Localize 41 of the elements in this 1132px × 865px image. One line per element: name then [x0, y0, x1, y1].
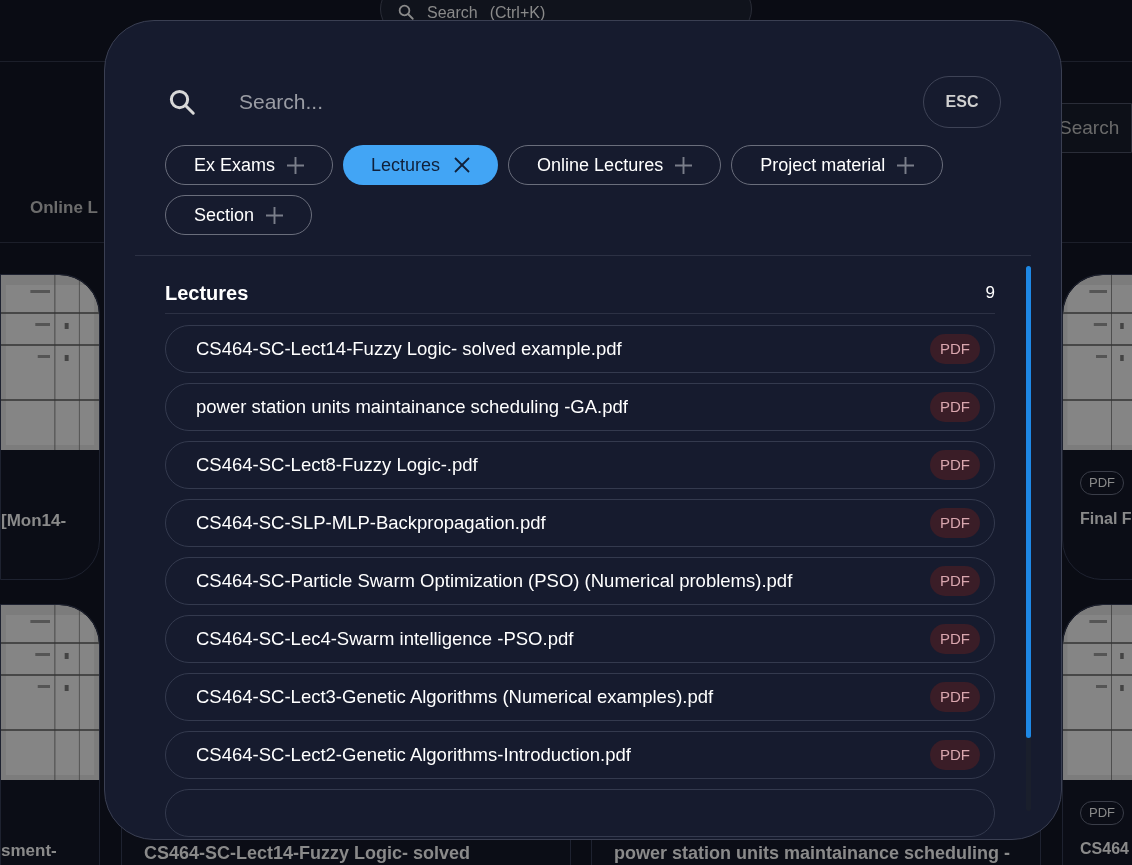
- search-icon: [397, 3, 415, 21]
- search-input[interactable]: Search...: [239, 86, 923, 118]
- document-card[interactable]: sment-: [0, 604, 100, 865]
- file-type-badge: PDF: [930, 507, 980, 539]
- file-type-badge: PDF: [930, 739, 980, 771]
- document-card[interactable]: PDF Final F: [1062, 274, 1132, 580]
- search-icon: [167, 87, 197, 117]
- filter-chip[interactable]: Lectures: [343, 145, 499, 185]
- result-name: CS464-SC-Lec4-Swarm intelligence -PSO.pdf: [196, 627, 574, 652]
- online-tab[interactable]: Online L: [30, 194, 98, 220]
- file-type-badge: PDF: [930, 449, 980, 481]
- file-type-badge: PDF: [930, 565, 980, 597]
- file-type-badge: PDF: [930, 333, 980, 365]
- result-name: CS464-SC-SLP-MLP-Backpropagation.pdf: [196, 511, 546, 536]
- result-name: CS464-SC-Lect2-Genetic Algorithms-Introduction.pdf: [196, 743, 631, 768]
- result-name: power station units maintainance scheduling -GA.pdf: [196, 395, 628, 420]
- file-type-badge: PDF: [930, 623, 980, 655]
- document-card[interactable]: PDF CS464: [1062, 604, 1132, 865]
- result-name: CS464-SC-Lect14-Fuzzy Logic- solved example.pdf: [196, 337, 622, 362]
- close-icon: [454, 157, 471, 173]
- result-name: CS464-SC-Lect3-Genetic Algorithms (Numerical examples).pdf: [196, 685, 714, 710]
- file-type-badge: PDF: [930, 681, 980, 713]
- header-search-placeholder: Search: [427, 5, 478, 21]
- card-title: Final F: [1080, 508, 1132, 529]
- scrollbar[interactable]: [1026, 266, 1031, 811]
- card-title: CS464: [1080, 838, 1129, 859]
- card-title: CS464-SC-Lect14-Fuzzy Logic- solved: [144, 843, 471, 863]
- result-name: CS464-SC-Particle Swarm Optimization (PSO) (Numerical problems).pdf: [196, 569, 793, 594]
- document-card[interactable]: [Mon14-: [0, 274, 100, 580]
- plus-icon: [266, 206, 284, 224]
- file-type-badge: PDF: [930, 391, 980, 423]
- plus-icon: [287, 156, 305, 174]
- plus-icon: [675, 156, 693, 174]
- card-title: power station units maintainance scheduling -: [614, 843, 1011, 863]
- section-title: Lectures: [165, 280, 249, 306]
- plus-icon: [897, 156, 915, 174]
- result-name: CS464-SC-Lect8-Fuzzy Logic-.pdf: [196, 453, 478, 478]
- card-title: [Mon14-: [1, 511, 67, 530]
- shortcut-hint: (Ctrl+K): [489, 5, 546, 21]
- result-count: 9: [985, 281, 995, 304]
- card-title: sment-: [1, 841, 57, 860]
